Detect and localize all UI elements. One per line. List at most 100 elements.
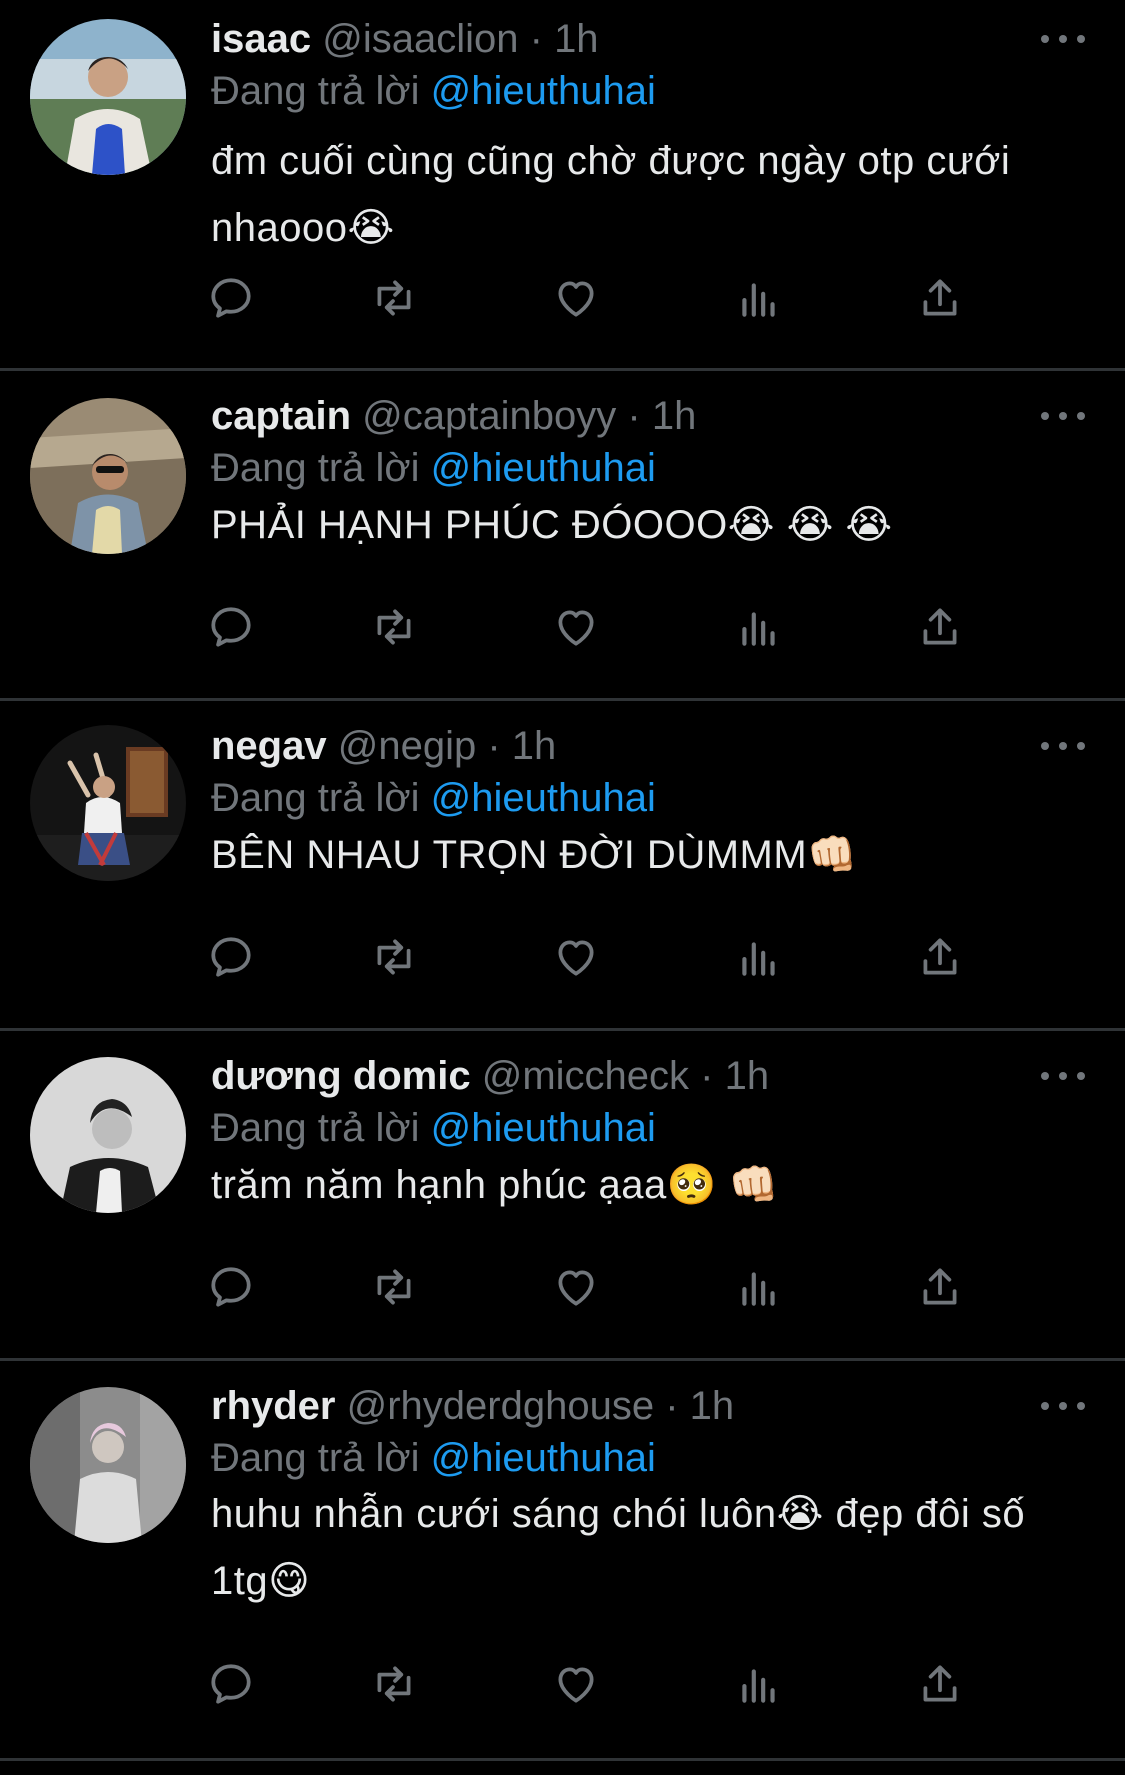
replying-to-handle[interactable]: @hieuthuhai (431, 69, 656, 113)
retweet-icon (377, 1269, 411, 1305)
timestamp[interactable]: 1h (690, 1384, 735, 1428)
timestamp[interactable]: 1h (725, 1054, 770, 1098)
replying-to-label: Đang trả lời (211, 69, 420, 113)
separator-dot: · (665, 1384, 679, 1428)
replying-to-label: Đang trả lời (211, 776, 420, 820)
replying-to-handle[interactable]: @hieuthuhai (431, 776, 656, 820)
views-button[interactable] (731, 929, 787, 985)
views-icon (742, 1272, 775, 1306)
action-bar (211, 599, 1011, 655)
reply-button[interactable] (203, 270, 259, 326)
reply-icon (211, 278, 251, 318)
user-handle[interactable]: @captainboyy (362, 394, 616, 438)
retweet-icon (377, 280, 411, 316)
share-icon (923, 1665, 957, 1702)
replying-to: Đang trả lời @hieuthuhai (211, 443, 656, 493)
avatar[interactable] (30, 725, 186, 881)
like-icon (558, 1270, 594, 1306)
tweet-text: đm cuối cùng cũng chờ được ngày otp cưới… (211, 139, 1011, 250)
like-button[interactable] (548, 929, 604, 985)
reply-icon (211, 607, 251, 647)
like-icon (558, 610, 594, 646)
timestamp[interactable]: 1h (512, 724, 557, 768)
reply-tweet[interactable]: negav @negip · 1h Đang trả lời @hieuthuh… (0, 701, 1125, 1031)
views-button[interactable] (731, 1656, 787, 1712)
like-icon (558, 281, 594, 317)
retweet-button[interactable] (366, 1656, 422, 1712)
action-bar (211, 270, 1011, 326)
more-options-icon[interactable] (1041, 1051, 1085, 1101)
retweet-button[interactable] (366, 599, 422, 655)
avatar[interactable] (30, 1057, 186, 1213)
share-button[interactable] (912, 1656, 968, 1712)
reply-tweet[interactable]: rhyder @rhyderdghouse · 1h Đang trả lời … (0, 1361, 1125, 1761)
more-options-icon[interactable] (1041, 1381, 1085, 1431)
tweet-header: dương domic @miccheck · 1h (211, 1051, 769, 1101)
tweet-text: huhu nhẫn cưới sáng chói luôn😭 đẹp đôi s… (211, 1492, 1026, 1603)
reply-icon (211, 1267, 251, 1307)
replying-to: Đang trả lời @hieuthuhai (211, 773, 656, 823)
display-name[interactable]: negav (211, 724, 327, 768)
like-icon (558, 940, 594, 976)
reply-button[interactable] (203, 929, 259, 985)
reply-button[interactable] (203, 1259, 259, 1315)
action-bar (211, 929, 1011, 985)
reply-tweet[interactable]: isaac @isaaclion · 1h Đang trả lời @hieu… (0, 14, 1125, 371)
replying-to-handle[interactable]: @hieuthuhai (431, 1436, 656, 1480)
separator-dot: · (700, 1054, 714, 1098)
share-icon (923, 1268, 957, 1305)
views-button[interactable] (731, 1259, 787, 1315)
views-icon (742, 942, 775, 976)
separator-dot: · (487, 724, 501, 768)
tweet-header: captain @captainboyy · 1h (211, 391, 696, 441)
tweet-header: isaac @isaaclion · 1h (211, 14, 599, 64)
avatar[interactable] (30, 19, 186, 175)
share-icon (923, 608, 957, 645)
reply-tweet[interactable]: dương domic @miccheck · 1h Đang trả lời … (0, 1031, 1125, 1361)
more-options-icon[interactable] (1041, 391, 1085, 441)
reply-button[interactable] (203, 1656, 259, 1712)
like-button[interactable] (548, 599, 604, 655)
display-name[interactable]: rhyder (211, 1384, 336, 1428)
replying-to-label: Đang trả lời (211, 446, 420, 490)
display-name[interactable]: captain (211, 394, 351, 438)
views-button[interactable] (731, 270, 787, 326)
timestamp[interactable]: 1h (554, 17, 599, 61)
separator-dot: · (627, 394, 641, 438)
like-button[interactable] (548, 1656, 604, 1712)
retweet-icon (377, 609, 411, 645)
share-button[interactable] (912, 929, 968, 985)
user-handle[interactable]: @miccheck (482, 1054, 689, 1098)
reply-tweet[interactable]: captain @captainboyy · 1h Đang trả lời @… (0, 371, 1125, 701)
views-icon (742, 612, 775, 646)
share-button[interactable] (912, 1259, 968, 1315)
timestamp[interactable]: 1h (652, 394, 697, 438)
replying-to: Đang trả lời @hieuthuhai (211, 1433, 656, 1483)
more-options-icon[interactable] (1041, 721, 1085, 771)
avatar[interactable] (30, 1387, 186, 1543)
views-icon (742, 283, 775, 317)
user-handle[interactable]: @rhyderdghouse (347, 1384, 654, 1428)
display-name[interactable]: isaac (211, 17, 311, 61)
display-name[interactable]: dương domic (211, 1054, 471, 1098)
like-button[interactable] (548, 270, 604, 326)
retweet-button[interactable] (366, 1259, 422, 1315)
replying-to-label: Đang trả lời (211, 1436, 420, 1480)
avatar[interactable] (30, 398, 186, 554)
user-handle[interactable]: @isaaclion (322, 17, 518, 61)
replying-to-handle[interactable]: @hieuthuhai (431, 446, 656, 490)
more-options-icon[interactable] (1041, 14, 1085, 64)
like-button[interactable] (548, 1259, 604, 1315)
share-icon (923, 938, 957, 975)
reply-button[interactable] (203, 599, 259, 655)
share-button[interactable] (912, 599, 968, 655)
retweet-button[interactable] (366, 929, 422, 985)
retweet-icon (377, 1666, 411, 1702)
user-handle[interactable]: @negip (338, 724, 476, 768)
views-button[interactable] (731, 599, 787, 655)
share-button[interactable] (912, 270, 968, 326)
separator-dot: · (529, 17, 543, 61)
tweet-header: negav @negip · 1h (211, 721, 556, 771)
replying-to-handle[interactable]: @hieuthuhai (431, 1106, 656, 1150)
retweet-button[interactable] (366, 270, 422, 326)
